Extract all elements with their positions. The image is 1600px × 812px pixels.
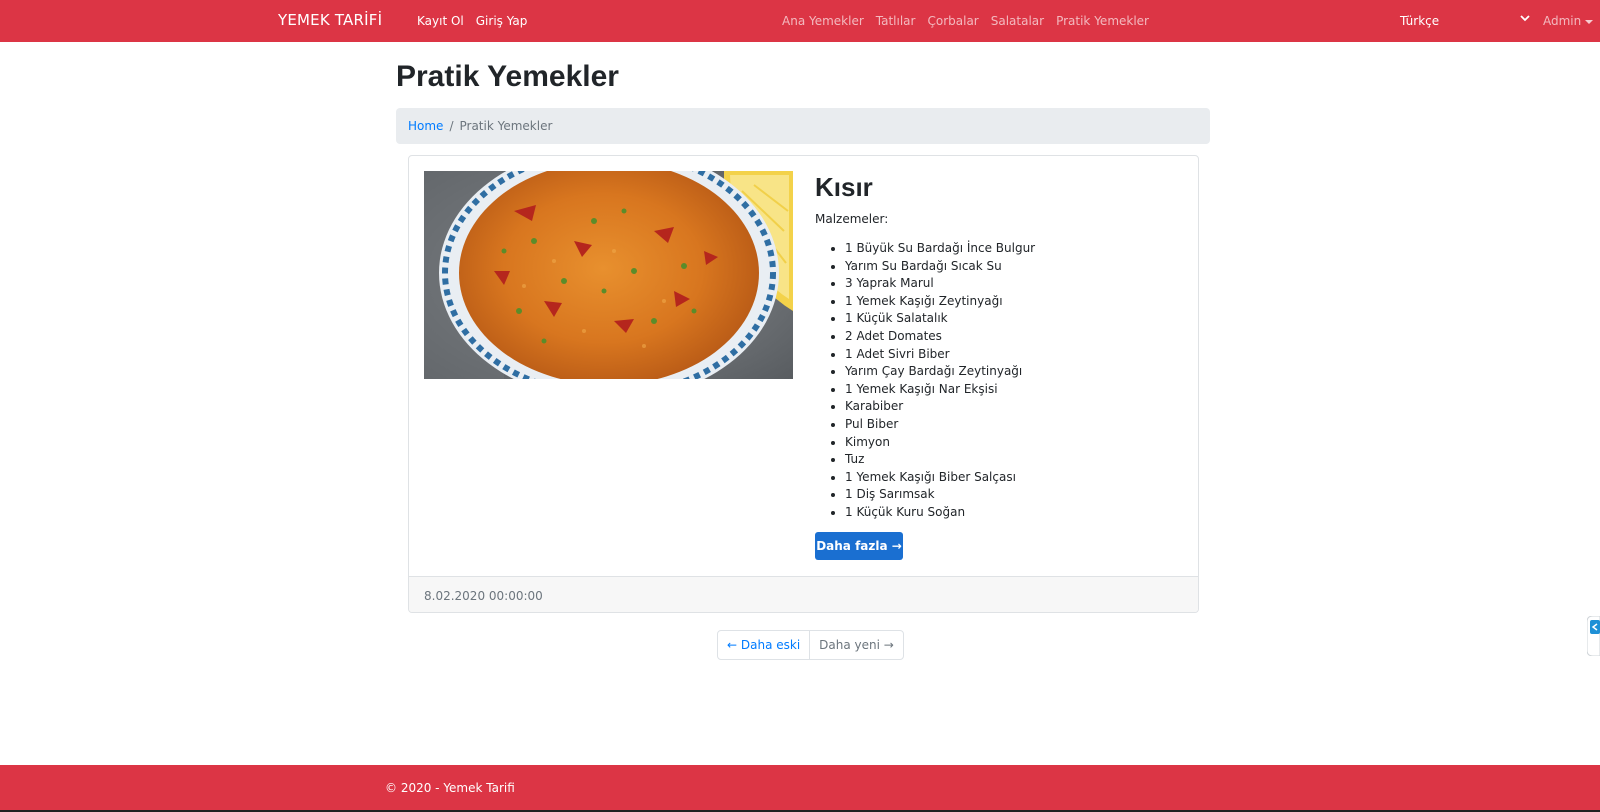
top-navbar: YEMEK TARİFİ Kayıt Ol Giriş Yap Ana Yeme… [0,0,1600,42]
ingredient-item: 3 Yaprak Marul [845,275,1035,293]
ingredients-label: Malzemeler: [815,212,889,226]
nav-soups[interactable]: Çorbalar [927,14,978,28]
login-link[interactable]: Giriş Yap [476,14,528,28]
recipe-card: Kısır Malzemeler: 1 Büyük Su Bardağı İnc… [408,155,1199,613]
card-footer: 8.02.2020 00:00:00 [409,576,1198,612]
ingredient-item: Karabiber [845,398,1035,416]
read-more-button[interactable]: Daha fazla → [815,532,903,560]
ingredient-item: 1 Küçük Kuru Soğan [845,504,1035,522]
ingredient-item: 1 Küçük Salatalık [845,310,1035,328]
ingredient-item: 1 Yemek Kaşığı Zeytinyağı [845,293,1035,311]
side-tab-icon[interactable] [1587,616,1600,656]
ingredient-item: Yarım Su Bardağı Sıcak Su [845,258,1035,276]
category-nav: Ana Yemekler Tatlılar Çorbalar Salatalar… [782,14,1149,28]
ingredient-item: Pul Biber [845,416,1035,434]
ingredient-item: 2 Adet Domates [845,328,1035,346]
language-select[interactable]: Türkçe [1400,10,1532,32]
admin-dropdown[interactable]: Admin [1543,14,1594,28]
site-footer: © 2020 - Yemek Tarifi [0,765,1600,812]
recipe-image[interactable] [424,171,793,379]
ingredient-item: 1 Yemek Kaşığı Biber Salçası [845,469,1035,487]
kisir-dish-image [424,171,793,379]
footer-copyright: © 2020 - Yemek Tarifi [385,781,515,795]
ingredient-item: 1 Diş Sarımsak [845,486,1035,504]
breadcrumb-current: Pratik Yemekler [459,119,553,133]
chevron-down-icon [1520,15,1530,22]
nav-main-dishes[interactable]: Ana Yemekler [782,14,864,28]
nav-salads[interactable]: Salatalar [991,14,1044,28]
ingredient-item: Tuz [845,451,1035,469]
newer-page-link[interactable]: Daha yeni → [810,631,903,659]
nav-desserts[interactable]: Tatlılar [876,14,916,28]
caret-down-icon [1585,20,1594,24]
recipe-date: 8.02.2020 00:00:00 [424,589,543,603]
brand-link[interactable]: YEMEK TARİFİ [278,11,382,29]
pager: ← Daha eski Daha yeni → [717,630,904,660]
ingredients-list: 1 Büyük Su Bardağı İnce Bulgur Yarım Su … [845,240,1035,522]
breadcrumb-home-link[interactable]: Home [408,119,443,133]
page-title: Pratik Yemekler [396,60,619,93]
admin-label: Admin [1543,14,1582,28]
ingredient-item: 1 Büyük Su Bardağı İnce Bulgur [845,240,1035,258]
recipe-title: Kısır [815,172,873,202]
ingredient-item: 1 Yemek Kaşığı Nar Ekşisi [845,381,1035,399]
breadcrumb-separator: / [449,119,454,133]
breadcrumb: Home / Pratik Yemekler [396,108,1210,144]
ingredient-item: Kimyon [845,434,1035,452]
register-link[interactable]: Kayıt Ol [417,14,464,28]
older-page-link[interactable]: ← Daha eski [718,631,811,659]
language-value: Türkçe [1400,14,1440,28]
auth-nav: Kayıt Ol Giriş Yap [417,14,527,28]
ingredient-item: Yarım Çay Bardağı Zeytinyağı [845,363,1035,381]
nav-quick-meals[interactable]: Pratik Yemekler [1056,14,1149,28]
ingredient-item: 1 Adet Sivri Biber [845,346,1035,364]
